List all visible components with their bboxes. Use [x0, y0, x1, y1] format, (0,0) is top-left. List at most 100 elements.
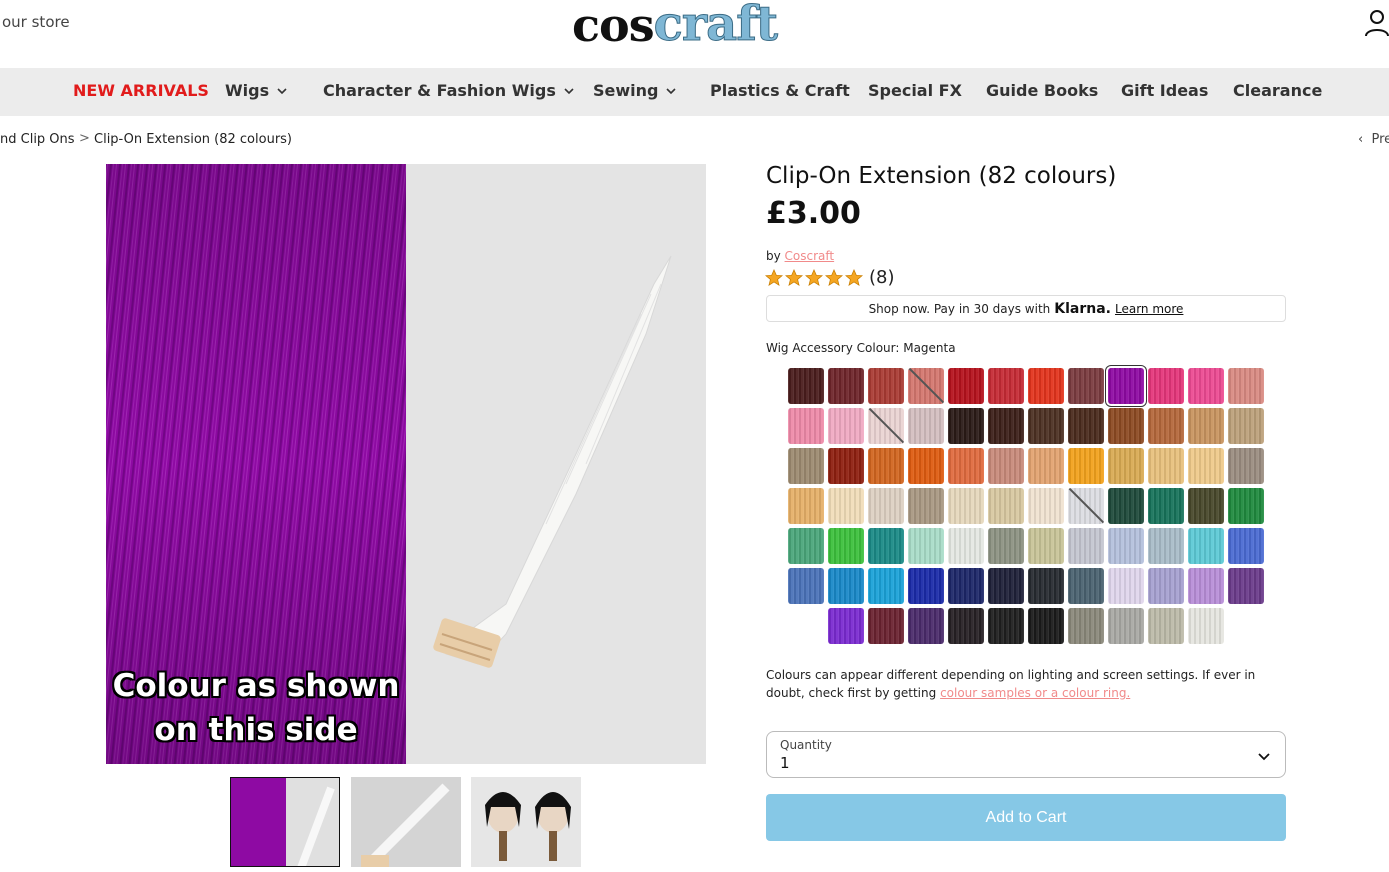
colour-swatch[interactable]: [908, 488, 944, 524]
colour-swatch[interactable]: [1028, 488, 1064, 524]
colour-swatch[interactable]: [788, 408, 824, 444]
klarna-learn-more[interactable]: Learn more: [1115, 302, 1183, 316]
colour-swatch[interactable]: [988, 568, 1024, 604]
colour-swatch[interactable]: [828, 408, 864, 444]
colour-swatch[interactable]: [1228, 488, 1264, 524]
colour-swatch[interactable]: [788, 488, 824, 524]
vendor-link[interactable]: Coscraft: [785, 249, 835, 263]
nav-item-wigs[interactable]: Wigs: [225, 81, 287, 100]
colour-swatch[interactable]: [1068, 448, 1104, 484]
colour-swatch[interactable]: [948, 488, 984, 524]
product-main-image[interactable]: Colour as shown on this side: [106, 164, 706, 764]
add-to-cart-button[interactable]: Add to Cart: [766, 794, 1286, 841]
nav-item-new-arrivals[interactable]: NEW ARRIVALS: [73, 81, 209, 100]
store-link[interactable]: our store: [2, 13, 70, 31]
colour-swatch[interactable]: [1068, 568, 1104, 604]
colour-swatch[interactable]: [948, 448, 984, 484]
colour-swatch[interactable]: [1148, 488, 1184, 524]
colour-swatch[interactable]: [1188, 368, 1224, 404]
colour-swatch[interactable]: [908, 608, 944, 644]
colour-swatch[interactable]: [1108, 368, 1144, 404]
colour-swatch[interactable]: [788, 568, 824, 604]
colour-swatch[interactable]: [1228, 568, 1264, 604]
thumbnail-1[interactable]: [230, 777, 340, 867]
breadcrumb-parent[interactable]: nd Clip Ons: [0, 132, 75, 147]
colour-swatch[interactable]: [868, 368, 904, 404]
nav-item-clearance[interactable]: Clearance: [1233, 81, 1322, 100]
colour-swatch[interactable]: [948, 608, 984, 644]
colour-swatch[interactable]: [788, 528, 824, 564]
colour-swatch[interactable]: [988, 448, 1024, 484]
colour-swatch[interactable]: [1148, 528, 1184, 564]
colour-swatch[interactable]: [1188, 528, 1224, 564]
colour-swatch[interactable]: [1028, 568, 1064, 604]
colour-swatch[interactable]: [908, 568, 944, 604]
colour-swatch[interactable]: [1148, 448, 1184, 484]
colour-swatch[interactable]: [1028, 528, 1064, 564]
colour-swatch[interactable]: [1068, 528, 1104, 564]
colour-swatch[interactable]: [908, 448, 944, 484]
colour-swatch[interactable]: [868, 448, 904, 484]
thumbnail-3[interactable]: [471, 777, 581, 867]
colour-swatch[interactable]: [828, 568, 864, 604]
colour-swatch[interactable]: [1188, 568, 1224, 604]
colour-swatch[interactable]: [788, 448, 824, 484]
thumbnail-2[interactable]: [351, 777, 461, 867]
account-icon[interactable]: [1364, 8, 1389, 38]
colour-swatch[interactable]: [828, 608, 864, 644]
colour-swatch[interactable]: [868, 488, 904, 524]
colour-swatch[interactable]: [1188, 448, 1224, 484]
colour-swatch[interactable]: [868, 408, 904, 444]
colour-swatch[interactable]: [868, 528, 904, 564]
colour-swatch[interactable]: [988, 528, 1024, 564]
colour-swatch[interactable]: [788, 368, 824, 404]
colour-swatch[interactable]: [1148, 568, 1184, 604]
colour-swatch[interactable]: [1068, 368, 1104, 404]
colour-swatch[interactable]: [908, 368, 944, 404]
colour-swatch[interactable]: [948, 368, 984, 404]
colour-swatch[interactable]: [988, 488, 1024, 524]
colour-swatch[interactable]: [908, 528, 944, 564]
colour-swatch[interactable]: [1028, 448, 1064, 484]
colour-swatch[interactable]: [1228, 448, 1264, 484]
nav-item-character-fashion-wigs[interactable]: Character & Fashion Wigs: [323, 81, 574, 100]
colour-swatch[interactable]: [1148, 408, 1184, 444]
colour-swatch[interactable]: [1228, 408, 1264, 444]
nav-item-guide-books[interactable]: Guide Books: [986, 81, 1098, 100]
nav-item-special-fx[interactable]: Special FX: [868, 81, 962, 100]
colour-swatch[interactable]: [1108, 608, 1144, 644]
colour-swatch[interactable]: [868, 568, 904, 604]
coscraft-logo[interactable]: cos craft: [572, 0, 779, 53]
colour-swatch[interactable]: [1188, 488, 1224, 524]
quantity-select[interactable]: Quantity 1: [766, 731, 1286, 778]
colour-swatch[interactable]: [948, 568, 984, 604]
nav-item-gift-ideas[interactable]: Gift Ideas: [1121, 81, 1208, 100]
colour-swatch[interactable]: [828, 368, 864, 404]
colour-swatch[interactable]: [1188, 608, 1224, 644]
colour-swatch[interactable]: [1108, 488, 1144, 524]
colour-swatch[interactable]: [1028, 608, 1064, 644]
colour-swatch[interactable]: [1108, 568, 1144, 604]
colour-swatch[interactable]: [828, 448, 864, 484]
colour-swatch[interactable]: [948, 408, 984, 444]
colour-swatch[interactable]: [948, 528, 984, 564]
colour-swatch[interactable]: [988, 368, 1024, 404]
colour-swatch[interactable]: [1068, 408, 1104, 444]
colour-swatch[interactable]: [988, 408, 1024, 444]
colour-swatch[interactable]: [828, 528, 864, 564]
colour-swatch[interactable]: [1068, 488, 1104, 524]
colour-swatch[interactable]: [1108, 408, 1144, 444]
colour-swatch[interactable]: [1108, 448, 1144, 484]
colour-swatch[interactable]: [1188, 408, 1224, 444]
colour-swatch[interactable]: [908, 408, 944, 444]
previous-product-link[interactable]: ‹ Pre: [1358, 132, 1389, 147]
colour-swatch[interactable]: [1028, 368, 1064, 404]
colour-swatch[interactable]: [868, 608, 904, 644]
colour-swatch[interactable]: [1068, 608, 1104, 644]
nav-item-sewing[interactable]: Sewing: [593, 81, 677, 100]
colour-swatch[interactable]: [1028, 408, 1064, 444]
colour-swatch[interactable]: [1108, 528, 1144, 564]
nav-item-plastics-craft[interactable]: Plastics & Craft: [710, 81, 850, 100]
colour-swatch[interactable]: [1148, 608, 1184, 644]
colour-swatch[interactable]: [1228, 528, 1264, 564]
